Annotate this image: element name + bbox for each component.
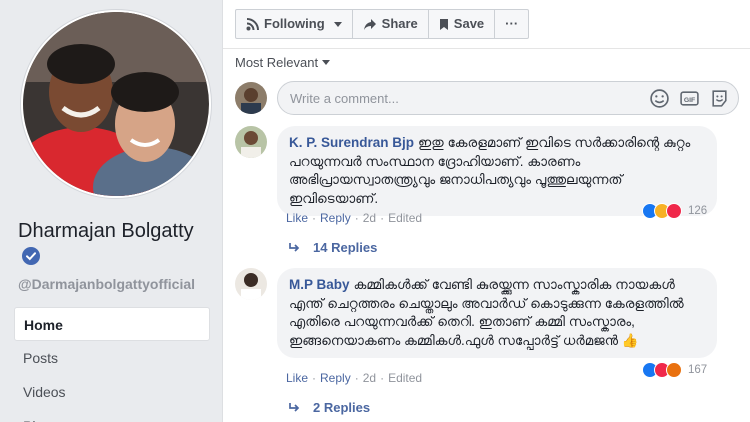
sticker-icon[interactable] — [709, 88, 730, 109]
comment-meta: Like · Reply · 2d · Edited — [286, 371, 423, 385]
reply-arrow-icon — [289, 243, 300, 252]
comment-timestamp[interactable]: 2d — [363, 371, 376, 385]
commenter-avatar[interactable] — [235, 268, 267, 300]
reply-link[interactable]: Reply — [320, 371, 351, 385]
chevron-down-icon — [333, 21, 342, 27]
divider — [223, 48, 750, 49]
page-name-text: Dharmajan Bolgatty — [18, 220, 194, 242]
replies-count-label: 2 Replies — [313, 400, 371, 415]
page-title[interactable]: Dharmajan Bolgatty — [18, 218, 218, 270]
comment-author-link[interactable]: M.P Baby — [289, 277, 350, 292]
post-action-bar: Following Share Save ··· — [235, 9, 530, 39]
page-sidebar: Dharmajan Bolgatty @Darmajanbolgattyoffi… — [0, 0, 222, 422]
sort-label: Most Relevant — [235, 55, 319, 70]
view-replies-link[interactable]: 2 Replies — [289, 400, 370, 415]
comment-input-placeholder: Write a comment... — [290, 91, 399, 106]
comment-timestamp[interactable]: 2d — [363, 211, 376, 225]
current-user-avatar[interactable] — [235, 82, 267, 114]
nav-item-videos[interactable]: Videos — [14, 375, 210, 409]
nav-item-home[interactable]: Home — [14, 307, 210, 341]
gif-icon[interactable]: GIF — [679, 88, 700, 109]
following-button[interactable]: Following — [236, 10, 353, 38]
reply-arrow-icon — [289, 403, 300, 412]
angry-reaction-icon — [666, 362, 682, 378]
commenter-avatar[interactable] — [235, 126, 267, 158]
composer-tools: GIF — [649, 88, 730, 109]
replies-count-label: 14 Replies — [313, 240, 378, 255]
page-username[interactable]: @Darmajanbolgattyofficial — [18, 276, 195, 292]
share-arrow-icon — [363, 18, 376, 30]
share-label: Share — [381, 16, 418, 31]
emoji-icon[interactable] — [649, 88, 670, 109]
chevron-down-icon — [322, 60, 331, 65]
reaction-count: 126 — [688, 205, 708, 217]
like-link[interactable]: Like — [286, 371, 308, 385]
comment-author-link[interactable]: K. P. Surendran Bjp — [289, 135, 414, 150]
comment-meta: Like · Reply · 2d · Edited — [286, 211, 423, 225]
profile-picture[interactable] — [21, 10, 211, 198]
page-nav: Home Posts Videos Ph... — [14, 307, 210, 422]
nav-item-posts[interactable]: Posts — [14, 341, 210, 375]
verified-badge-icon — [22, 247, 40, 265]
share-button[interactable]: Share — [353, 10, 429, 38]
love-reaction-icon — [666, 203, 682, 219]
comment-sort-dropdown[interactable]: Most Relevant — [235, 55, 331, 70]
nav-item-photos[interactable]: Ph... — [14, 409, 210, 422]
reply-link[interactable]: Reply — [320, 211, 351, 225]
more-options-button[interactable]: ··· — [495, 10, 528, 38]
bookmark-icon — [439, 18, 448, 30]
comment-bubble: M.P Baby കമ്മികൾക്ക് വേണ്ടി കുരയ്ക്കുന്ന … — [277, 268, 717, 358]
reaction-summary[interactable]: 167 — [642, 362, 707, 378]
reaction-summary[interactable]: 126 — [642, 203, 707, 219]
rss-icon — [246, 17, 259, 30]
post-panel: Following Share Save ··· Most Relevant W… — [222, 0, 750, 422]
view-replies-link[interactable]: 14 Replies — [289, 240, 377, 255]
edited-label[interactable]: Edited — [388, 211, 422, 225]
comment-input[interactable]: Write a comment... GIF — [277, 81, 739, 115]
like-link[interactable]: Like — [286, 211, 308, 225]
save-button[interactable]: Save — [429, 10, 496, 38]
save-label: Save — [453, 16, 485, 31]
following-label: Following — [264, 16, 325, 31]
edited-label[interactable]: Edited — [388, 371, 422, 385]
reaction-count: 167 — [688, 364, 708, 376]
profile-photo-icon — [23, 12, 209, 196]
svg-text:GIF: GIF — [684, 97, 695, 104]
